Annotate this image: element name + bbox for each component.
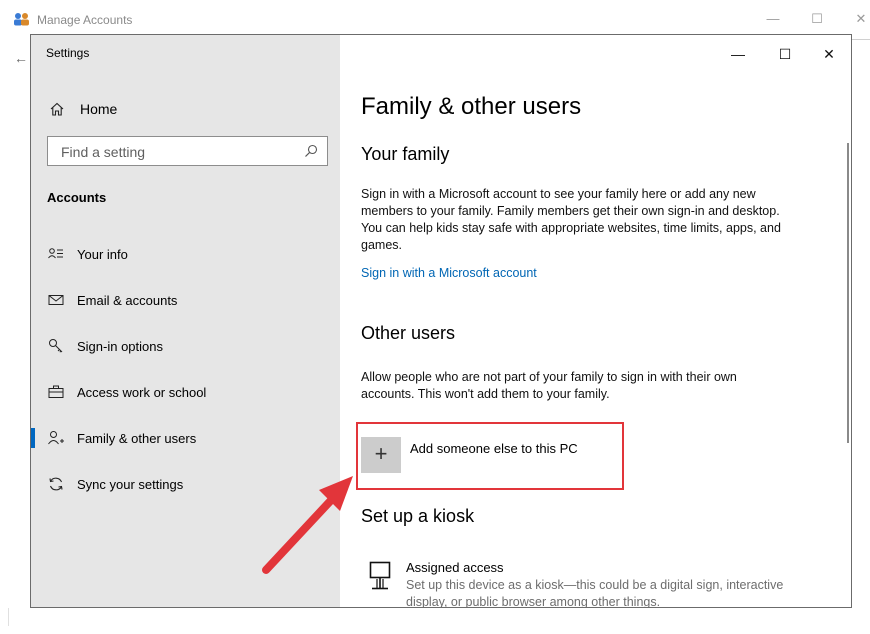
sidebar-item-label: Sync your settings (77, 476, 184, 492)
search-icon[interactable] (303, 143, 319, 159)
key-icon (49, 339, 63, 353)
sidebar-item-sync-settings[interactable]: Sync your settings (31, 466, 340, 502)
back-arrow-icon[interactable]: ← (14, 50, 28, 66)
sync-icon (49, 477, 63, 491)
your-family-heading: Your family (361, 144, 450, 164)
sidebar-item-email-accounts[interactable]: Email & accounts (31, 282, 340, 318)
sidebar-item-label: Access work or school (77, 384, 207, 400)
sign-in-microsoft-link[interactable]: Sign in with a Microsoft account (361, 266, 537, 280)
window-title: Settings (46, 46, 90, 60)
person-list-icon (48, 248, 63, 259)
sidebar-item-your-info[interactable]: Your info (31, 236, 340, 272)
person-add-icon (48, 431, 64, 445)
sidebar-item-family-other-users[interactable]: Family & other users (31, 420, 340, 456)
sidebar: Settings Home Accounts Your i (31, 35, 340, 607)
search-input[interactable] (59, 143, 293, 161)
sidebar-item-label: Sign-in options (77, 338, 163, 354)
sidebar-section-header: Accounts (47, 190, 107, 205)
divider (8, 608, 9, 626)
users-icon (14, 13, 29, 26)
sidebar-item-label: Family & other users (77, 430, 197, 446)
scrollbar[interactable] (847, 143, 849, 443)
annotation-highlight-box (356, 422, 624, 490)
background-window-title: Manage Accounts (37, 13, 133, 27)
settings-window: Settings Home Accounts Your i (30, 34, 852, 608)
briefcase-icon (48, 385, 64, 398)
your-family-description: Sign in with a Microsoft account to see … (361, 187, 781, 252)
sidebar-item-sign-in-options[interactable]: Sign-in options (31, 328, 340, 364)
divider (852, 39, 870, 40)
other-users-heading: Other users (361, 323, 456, 343)
monitor-kiosk-icon (369, 561, 391, 590)
sidebar-item-home[interactable]: Home (47, 98, 117, 120)
sidebar-item-label: Home (80, 101, 118, 117)
page-title: Family & other users (361, 93, 582, 120)
background-maximize-button[interactable]: ☐ (802, 8, 832, 30)
background-minimize-button[interactable]: — (758, 8, 788, 30)
assigned-access-title[interactable]: Assigned access (406, 560, 504, 575)
sidebar-item-label: Your info (77, 246, 128, 262)
selection-indicator (31, 428, 35, 448)
envelope-icon (48, 295, 64, 305)
sidebar-item-access-work-school[interactable]: Access work or school (31, 374, 340, 410)
main-content: Family & other users Your family Sign in… (340, 35, 851, 607)
sidebar-item-label: Email & accounts (77, 292, 178, 308)
kiosk-heading: Set up a kiosk (361, 506, 475, 526)
other-users-description: Allow people who are not part of your fa… (361, 370, 737, 401)
background-close-button[interactable]: ✕ (846, 8, 870, 30)
search-box[interactable] (47, 136, 328, 166)
assigned-access-description: Set up this device as a kiosk—this could… (406, 578, 784, 608)
home-icon (50, 102, 64, 116)
